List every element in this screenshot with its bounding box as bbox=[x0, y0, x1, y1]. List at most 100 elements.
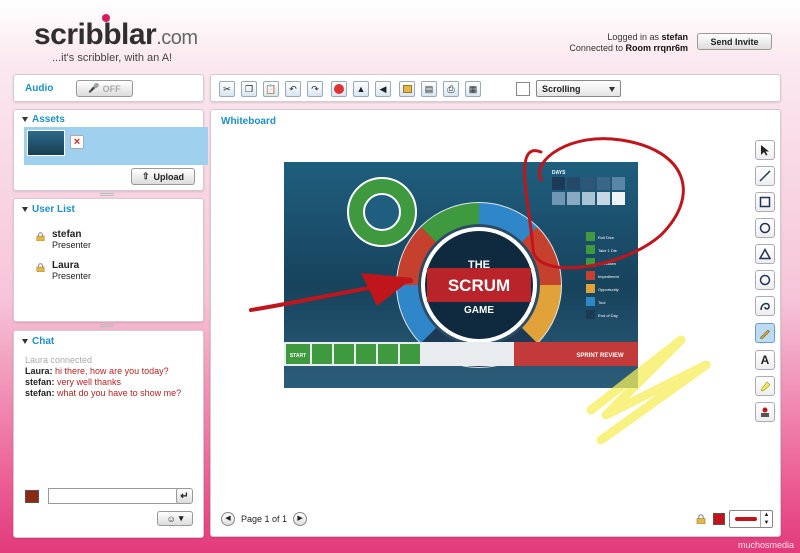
chat-input[interactable] bbox=[48, 488, 182, 504]
lock-icon[interactable] bbox=[696, 514, 706, 524]
user-role: Presenter bbox=[52, 240, 92, 250]
lock-icon[interactable] bbox=[399, 81, 415, 97]
clear-icon[interactable] bbox=[331, 81, 347, 97]
microphone-icon: 🎤 bbox=[88, 83, 100, 93]
upload-arrow-icon: ⇧ bbox=[141, 171, 150, 181]
redo-icon[interactable]: ↷ bbox=[307, 81, 323, 97]
chat-message: stefan: what do you have to show me? bbox=[25, 388, 197, 399]
lock-icon bbox=[36, 232, 45, 241]
svg-text:Burndown: Burndown bbox=[598, 261, 616, 266]
print-icon[interactable]: ⎙ bbox=[443, 81, 459, 97]
logo: scribblar.com bbox=[34, 18, 198, 52]
send-invite-button[interactable]: Send Invite bbox=[697, 33, 772, 50]
chevron-down-icon: ▾ bbox=[178, 513, 184, 523]
logo-suffix: .com bbox=[156, 27, 198, 49]
mode-color-swatch[interactable] bbox=[516, 82, 530, 96]
svg-text:End of Day: End of Day bbox=[598, 313, 618, 318]
curve-tool-icon[interactable] bbox=[755, 296, 775, 316]
stamp-tool-icon[interactable] bbox=[755, 402, 775, 422]
pen-color-swatch[interactable] bbox=[713, 513, 725, 525]
stroke-spinner-icon[interactable]: ▲ ▼ bbox=[760, 511, 772, 527]
logo-dot bbox=[102, 14, 110, 22]
login-info: Logged in as stefan Connected to Room rr… bbox=[569, 32, 688, 54]
save-icon[interactable]: ▤ bbox=[421, 81, 437, 97]
audio-toggle-button[interactable]: 🎤 OFF bbox=[76, 80, 133, 97]
user-name: stefan bbox=[52, 229, 82, 240]
logged-in-prefix: Logged in as bbox=[607, 32, 659, 42]
asset-thumbnail[interactable] bbox=[27, 130, 65, 156]
chat-log: Laura connected Laura: hi there, how are… bbox=[25, 355, 197, 399]
asset-item[interactable]: × bbox=[24, 127, 208, 165]
polygon-tool-icon[interactable] bbox=[755, 270, 775, 290]
svg-text:Take 1 Die: Take 1 Die bbox=[598, 248, 618, 253]
user-list-header[interactable]: User List bbox=[22, 204, 75, 215]
mode-dropdown[interactable]: Scrolling bbox=[536, 80, 621, 97]
text-tool-icon[interactable]: A bbox=[755, 350, 775, 370]
upload-label: Upload bbox=[153, 171, 185, 182]
bring-front-icon[interactable]: ▲ bbox=[353, 81, 369, 97]
track-tiles bbox=[312, 344, 420, 364]
chat-color-picker[interactable] bbox=[25, 490, 39, 503]
chat-send-button[interactable]: ↵ bbox=[176, 488, 193, 504]
chat-sender: Laura: bbox=[25, 366, 53, 376]
connected-prefix: Connected to bbox=[569, 43, 623, 53]
pencil-tool-icon[interactable] bbox=[755, 323, 775, 343]
chat-header[interactable]: Chat bbox=[22, 336, 54, 347]
previous-page-button[interactable]: ◀ bbox=[221, 512, 235, 526]
chat-message: stefan: very well thanks bbox=[25, 377, 197, 388]
collapse-triangle-icon bbox=[22, 116, 28, 122]
paste-icon[interactable]: 📋 bbox=[263, 81, 279, 97]
cut-icon[interactable]: ✂ bbox=[219, 81, 235, 97]
board-legend: Roll Dice Take 1 Die Burndown Impediment… bbox=[586, 232, 620, 319]
send-back-icon[interactable]: ◀ bbox=[375, 81, 391, 97]
watermark: muchosmedia bbox=[737, 540, 794, 550]
resize-handle[interactable] bbox=[100, 324, 114, 327]
days-label: DAYS bbox=[552, 170, 566, 176]
collapse-triangle-icon bbox=[22, 206, 28, 212]
sprint-review-label: SPRINT REVIEW bbox=[576, 353, 624, 359]
chat-text: hi there, how are you today? bbox=[55, 366, 169, 376]
whiteboard-toolbar: ✂ ❐ 📋 ↶ ↷ ▲ ◀ ▤ ⎙ ▦ Scrolling bbox=[210, 74, 781, 102]
chat-text: what do you have to show me? bbox=[57, 388, 182, 398]
undo-icon[interactable]: ↶ bbox=[285, 81, 301, 97]
chat-text: very well thanks bbox=[57, 377, 122, 387]
svg-text:Roll Dice: Roll Dice bbox=[598, 235, 615, 240]
triangle-tool-icon[interactable] bbox=[755, 244, 775, 264]
audio-label: Audio bbox=[25, 83, 54, 94]
game-title-line2: SCRUM bbox=[448, 276, 510, 295]
svg-text:Tool: Tool bbox=[598, 300, 605, 305]
mode-value: Scrolling bbox=[542, 84, 581, 94]
page-navigator: ◀ Page 1 of 1 ▶ bbox=[221, 512, 308, 526]
chevron-down-icon bbox=[609, 87, 615, 92]
copy-icon[interactable]: ❐ bbox=[241, 81, 257, 97]
assets-title: Assets bbox=[32, 114, 65, 125]
chat-message: Laura: hi there, how are you today? bbox=[25, 366, 197, 377]
send-arrow-icon: ↵ bbox=[180, 490, 189, 502]
ellipse-tool-icon[interactable] bbox=[755, 218, 775, 238]
stroke-preview bbox=[735, 517, 757, 521]
user-name: Laura bbox=[52, 260, 80, 271]
select-pointer-icon[interactable] bbox=[755, 140, 775, 160]
emoticon-icon: ☺ bbox=[166, 513, 176, 524]
user-role: Presenter bbox=[52, 271, 92, 281]
resize-handle[interactable] bbox=[100, 193, 114, 196]
assets-panel: Assets × ⇧ Upload bbox=[13, 109, 208, 191]
whiteboard-title: Whiteboard bbox=[221, 116, 276, 127]
upload-button[interactable]: ⇧ Upload bbox=[131, 168, 195, 185]
scrum-game-board-image[interactable]: DAYS THE SCRUM GAME START SPRINT REVIEW … bbox=[284, 162, 638, 388]
line-tool-icon[interactable] bbox=[755, 166, 775, 186]
current-username: stefan bbox=[661, 32, 688, 42]
next-page-button[interactable]: ▶ bbox=[293, 512, 308, 526]
tagline: ...it's scribbler, with an A! bbox=[52, 52, 173, 64]
room-name: Room rrqnr6m bbox=[625, 43, 688, 53]
assets-header[interactable]: Assets bbox=[22, 114, 65, 125]
rectangle-tool-icon[interactable] bbox=[755, 192, 775, 212]
stroke-width-selector[interactable]: ▲ ▼ bbox=[729, 510, 773, 528]
highlighter-tool-icon[interactable] bbox=[755, 376, 775, 396]
audio-toggle-label: OFF bbox=[102, 83, 121, 94]
remove-asset-icon[interactable]: × bbox=[70, 135, 84, 149]
svg-text:Impediment: Impediment bbox=[598, 274, 620, 279]
chat-options-button[interactable]: ☺ ▾ bbox=[157, 511, 193, 526]
whiteboard-panel: Whiteboard DAYS THE SCRUM GAME START SPR… bbox=[210, 109, 781, 537]
image-icon[interactable]: ▦ bbox=[465, 81, 481, 97]
